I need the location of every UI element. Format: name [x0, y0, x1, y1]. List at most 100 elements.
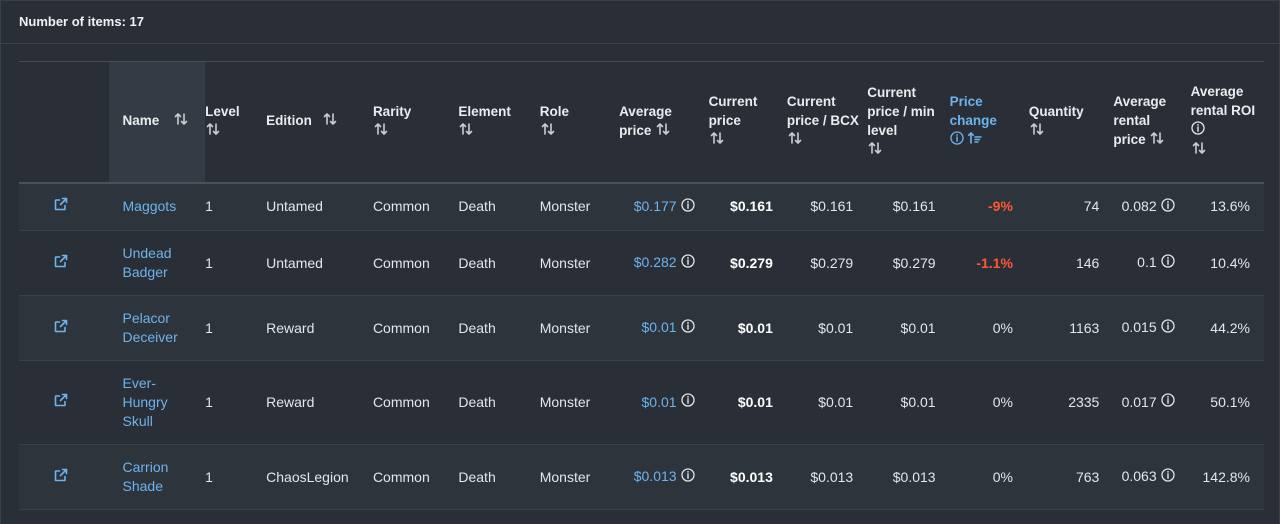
role-cell: Monster	[539, 394, 591, 410]
current-price-value: $0.279	[730, 254, 773, 271]
table-row[interactable]: Carrion Shade 1 ChaosLegion Common Death Mons…	[19, 444, 1264, 510]
table-row[interactable]: Ever-Hungry Skull 1 Reward Common Death Monst…	[19, 360, 1264, 445]
table-row[interactable]: Maggots 1 Untamed Common Death Monster $0.177 $…	[19, 182, 1264, 231]
header-price-bcx[interactable]: Current price / BCX	[787, 62, 867, 183]
table-body: Maggots 1 Untamed Common Death Monster $0.177 $…	[19, 182, 1264, 510]
info-circle-icon[interactable]	[1190, 121, 1205, 140]
card-name-link[interactable]: Ever-Hungry Skull	[123, 375, 168, 429]
info-circle-icon[interactable]	[680, 197, 695, 217]
header-price-bcx-label: Current price / BCX	[786, 94, 859, 129]
header-rarity[interactable]: Rarity	[373, 62, 458, 183]
external-link-icon[interactable]	[53, 196, 69, 217]
price-change-cell: -9%	[950, 183, 1029, 231]
sort-icon[interactable]	[867, 140, 883, 161]
rental-roi-cell: 142.8%	[1202, 468, 1250, 485]
sort-icon[interactable]	[540, 121, 556, 142]
sort-icon[interactable]	[458, 121, 474, 142]
header-price-change[interactable]: Price change	[950, 62, 1029, 183]
name-cell: Undead Badger	[109, 231, 206, 296]
name-cell: Pelacor Deceiver	[109, 296, 206, 361]
sort-icon[interactable]	[1191, 140, 1207, 161]
header-rental-roi-label: Average rental ROI	[1190, 84, 1256, 119]
price-min-level-cell: $0.279	[892, 254, 936, 271]
average-rental-value: 0.017	[1121, 393, 1157, 410]
sort-icon[interactable]	[205, 121, 221, 142]
rarity-cell: Common	[372, 198, 430, 215]
price-change-value: -9%	[988, 198, 1013, 215]
info-circle-icon[interactable]	[1160, 393, 1175, 412]
header-name[interactable]: Name	[108, 61, 206, 183]
header-average-price[interactable]: Average price	[619, 62, 709, 183]
price-min-level-cell: $0.161	[892, 198, 936, 215]
external-link-icon[interactable]	[53, 467, 69, 488]
sort-icon[interactable]	[373, 121, 389, 142]
average-price-value[interactable]: $0.01	[642, 319, 677, 335]
price-change-cell: 0%	[950, 361, 1029, 445]
sort-icon[interactable]	[173, 111, 189, 132]
card-name-link[interactable]: Undead Badger	[123, 245, 172, 280]
name-cell: Maggots	[109, 183, 206, 231]
external-link-icon[interactable]	[53, 253, 69, 274]
header-element-label: Element	[458, 103, 511, 119]
sort-icon[interactable]	[709, 130, 725, 151]
item-count: Number of items: 17	[1, 1, 1279, 44]
rental-roi-cell: 44.2%	[1210, 319, 1250, 336]
header-quantity[interactable]: Quantity	[1029, 62, 1113, 183]
table-row[interactable]: Undead Badger 1 Untamed Common Death Monster $…	[19, 230, 1264, 296]
name-cell: Carrion Shade	[109, 445, 206, 510]
price-bcx-cell: $0.279	[810, 254, 854, 271]
header-quantity-label: Quantity	[1028, 103, 1084, 119]
info-circle-icon[interactable]	[1160, 197, 1175, 217]
edition-cell: Reward	[266, 394, 315, 410]
sort-icon[interactable]	[322, 111, 338, 132]
sort-icon[interactable]	[1149, 130, 1165, 151]
header-price-change-label: Price change	[949, 94, 997, 129]
table-row[interactable]: Pelacor Deceiver 1 Reward Common Death Monste…	[19, 295, 1264, 361]
header-rarity-label: Rarity	[372, 103, 412, 119]
sort-icon[interactable]	[655, 121, 671, 142]
header-role[interactable]: Role	[540, 62, 619, 183]
header-price-min-level[interactable]: Current price / min level	[867, 62, 949, 183]
external-link-icon[interactable]	[53, 392, 69, 413]
header-edition[interactable]: Edition	[266, 62, 373, 183]
open-cell	[19, 361, 109, 445]
element-cell: Death	[458, 468, 496, 485]
header-current-price-label: Current price	[708, 94, 758, 129]
info-circle-icon[interactable]	[680, 319, 695, 338]
header-average-rental-price[interactable]: Average rental price	[1113, 62, 1190, 183]
edition-cell: Reward	[266, 319, 315, 336]
info-circle-icon[interactable]	[680, 393, 695, 412]
average-price-cell: $0.177	[619, 183, 709, 231]
header-level[interactable]: Level	[205, 62, 266, 183]
info-circle-icon[interactable]	[1160, 319, 1175, 338]
average-price-value[interactable]: $0.282	[634, 254, 677, 270]
current-price-value: $0.01	[737, 319, 773, 336]
price-bcx-cell: $0.013	[810, 468, 854, 485]
card-name-link[interactable]: Carrion Shade	[123, 459, 169, 494]
info-circle-icon[interactable]	[1160, 254, 1175, 273]
sort-icon[interactable]	[787, 130, 803, 151]
info-circle-icon[interactable]	[680, 254, 695, 273]
current-price-cell: $0.161	[709, 183, 787, 231]
header-rental-roi[interactable]: Average rental ROI	[1191, 62, 1264, 183]
rental-roi-cell: 50.1%	[1210, 394, 1250, 410]
average-price-value[interactable]: $0.177	[634, 198, 677, 214]
card-name-link[interactable]: Maggots	[123, 198, 177, 214]
info-circle-icon[interactable]	[1160, 468, 1175, 487]
header-current-price[interactable]: Current price	[709, 62, 787, 183]
average-price-value[interactable]: $0.013	[634, 468, 677, 484]
info-circle-icon[interactable]	[680, 468, 695, 487]
role-cell: Monster	[539, 319, 591, 336]
sort-active-icon[interactable]	[967, 130, 983, 151]
level-cell: 1	[205, 394, 213, 410]
average-price-value[interactable]: $0.01	[642, 394, 677, 410]
header-element[interactable]: Element	[458, 62, 539, 183]
average-rental-cell: 0.1	[1113, 231, 1190, 296]
info-circle-icon[interactable]	[949, 131, 964, 150]
price-min-level-cell: $0.013	[892, 468, 936, 485]
price-change-value: 0%	[992, 468, 1013, 485]
sort-icon[interactable]	[1029, 121, 1045, 142]
level-cell: 1	[205, 468, 213, 485]
external-link-icon[interactable]	[53, 318, 69, 339]
card-name-link[interactable]: Pelacor Deceiver	[123, 310, 178, 345]
